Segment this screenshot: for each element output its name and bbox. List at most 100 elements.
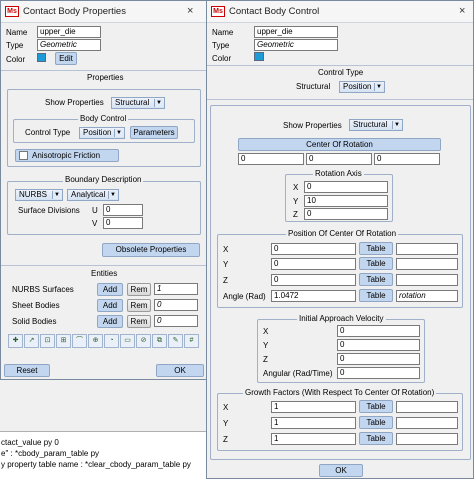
type-field: Geometric [254, 39, 338, 51]
anisotropic-friction-button[interactable]: Anisotropic Friction [15, 149, 119, 162]
arrow-tool-icon[interactable]: ↗ [24, 334, 39, 348]
arc-select-icon[interactable]: ◔ [104, 334, 119, 348]
position-dropdown[interactable]: Position ▼ [339, 81, 385, 93]
anisotropic-friction-label: Anisotropic Friction [32, 151, 101, 160]
velocity-z-field[interactable]: 0 [337, 353, 420, 365]
name-field[interactable]: upper_die [254, 26, 338, 38]
remove-sheet-bodies-button[interactable]: Rem [127, 299, 151, 312]
axis-y-field[interactable]: 10 [304, 195, 388, 207]
growth-z-field[interactable]: 1 [271, 433, 356, 445]
edit-color-button[interactable]: Edit [55, 52, 77, 65]
name-field[interactable]: upper_die [37, 26, 101, 38]
contact-body-properties-window: Ms Contact Body Properties × Name upper_… [0, 0, 207, 380]
control-type-heading: Control Type [318, 68, 364, 77]
angle-label: Angle (Rad) [223, 292, 266, 301]
number-tool-icon[interactable]: # [184, 334, 199, 348]
poscor-x-field[interactable]: 0 [271, 243, 356, 255]
growth-y-table-name [396, 417, 458, 429]
velocity-x-label: X [263, 327, 269, 336]
angle-field[interactable]: 1.0472 [271, 290, 356, 302]
velocity-y-field[interactable]: 0 [337, 339, 420, 351]
poscor-z-field[interactable]: 0 [271, 274, 356, 286]
edit-tool-icon[interactable]: ✎ [168, 334, 183, 348]
type-label: Type [212, 41, 230, 50]
box-select-icon[interactable]: ⊡ [40, 334, 55, 348]
color-label: Color [6, 55, 26, 64]
nurbs-surfaces-label: NURBS Surfaces [12, 285, 74, 294]
add-solid-bodies-button[interactable]: Add [97, 315, 123, 328]
axis-x-field[interactable]: 0 [304, 181, 388, 193]
show-properties-dropdown[interactable]: Structural ▼ [349, 119, 403, 131]
remove-nurbs-surfaces-button[interactable]: Rem [127, 283, 151, 296]
growth-y-field[interactable]: 1 [271, 417, 356, 429]
growth-z-table-button[interactable]: Table [359, 432, 393, 445]
v-label: V [92, 219, 98, 228]
axis-z-field[interactable]: 0 [304, 208, 388, 220]
growth-y-table-button[interactable]: Table [359, 416, 393, 429]
console-output[interactable]: ctact_value py 0 e" : *cbody_param_table… [0, 431, 206, 479]
nurbs-dropdown[interactable]: NURBS ▼ [15, 189, 63, 201]
parameters-button[interactable]: Parameters [130, 126, 178, 139]
color-swatch [254, 52, 264, 61]
ok-button[interactable]: OK [319, 464, 363, 477]
name-label: Name [6, 28, 28, 37]
close-icon[interactable]: × [187, 4, 193, 18]
title-bar[interactable]: Ms Contact Body Properties × [1, 1, 206, 23]
angle-table-button[interactable]: Table [359, 289, 393, 302]
point-select-icon[interactable]: ⊕ [88, 334, 103, 348]
add-nurbs-surfaces-button[interactable]: Add [97, 283, 123, 296]
poscor-x-table-name [396, 243, 458, 255]
obsolete-properties-button[interactable]: Obsolete Properties [102, 243, 200, 257]
curve-select-icon[interactable]: ⌒ [72, 334, 87, 348]
nurbs-value: NURBS [19, 190, 48, 199]
console-line: ctact_value py 0 [1, 438, 59, 447]
separator [1, 70, 206, 71]
clear-select-icon[interactable]: ⊘ [136, 334, 151, 348]
body-control-heading: Body Control [78, 114, 129, 124]
angular-velocity-field[interactable]: 0 [337, 367, 420, 379]
poscor-y-field[interactable]: 0 [271, 258, 356, 270]
poscor-x-table-button[interactable]: Table [359, 242, 393, 255]
u-divisions-field[interactable]: 0 [103, 204, 143, 216]
poscor-y-table-button[interactable]: Table [359, 257, 393, 270]
boundary-description-heading: Boundary Description [63, 175, 144, 185]
show-properties-value: Structural [115, 98, 150, 107]
analytical-value: Analytical [71, 190, 106, 199]
copy-select-icon[interactable]: ⧉ [152, 334, 167, 348]
grid-select-icon[interactable]: ⊞ [56, 334, 71, 348]
ok-button[interactable]: OK [156, 364, 204, 377]
add-sheet-bodies-button[interactable]: Add [97, 299, 123, 312]
console-line: y property table name : *clear_cbody_par… [1, 460, 191, 469]
app-logo-icon: Ms [211, 6, 225, 17]
angle-table-name: rotation [396, 290, 458, 302]
v-divisions-field[interactable]: 0 [103, 217, 143, 229]
control-type-value: Position [83, 128, 112, 137]
poscor-y-label: Y [223, 260, 229, 269]
name-label: Name [212, 28, 234, 37]
show-properties-dropdown[interactable]: Structural ▼ [111, 97, 165, 109]
remove-solid-bodies-button[interactable]: Rem [127, 315, 151, 328]
type-field: Geometric [37, 39, 101, 51]
sheet-bodies-count: 0 [154, 299, 198, 311]
growth-x-table-button[interactable]: Table [359, 400, 393, 413]
anisotropic-friction-checkbox[interactable] [19, 151, 28, 160]
separator [207, 65, 473, 66]
close-icon[interactable]: × [459, 4, 465, 18]
center-of-rotation-x-field[interactable]: 0 [238, 153, 304, 165]
reset-button[interactable]: Reset [4, 364, 50, 377]
surface-divisions-label: Surface Divisions [18, 206, 80, 215]
color-swatch[interactable] [37, 53, 46, 62]
pick-tool-icon[interactable]: ✚ [8, 334, 23, 348]
growth-x-field[interactable]: 1 [271, 401, 356, 413]
title-bar[interactable]: Ms Contact Body Control × [207, 1, 473, 23]
poscor-z-table-button[interactable]: Table [359, 273, 393, 286]
velocity-x-field[interactable]: 0 [337, 325, 420, 337]
rect-select-icon[interactable]: ▭ [120, 334, 135, 348]
center-of-rotation-button[interactable]: Center Of Rotation [238, 138, 441, 151]
control-type-dropdown[interactable]: Position ▼ [79, 127, 125, 139]
properties-heading: Properties [87, 73, 124, 82]
analytical-dropdown[interactable]: Analytical ▼ [67, 189, 119, 201]
center-of-rotation-y-field[interactable]: 0 [306, 153, 372, 165]
type-label: Type [6, 41, 24, 50]
center-of-rotation-z-field[interactable]: 0 [374, 153, 440, 165]
